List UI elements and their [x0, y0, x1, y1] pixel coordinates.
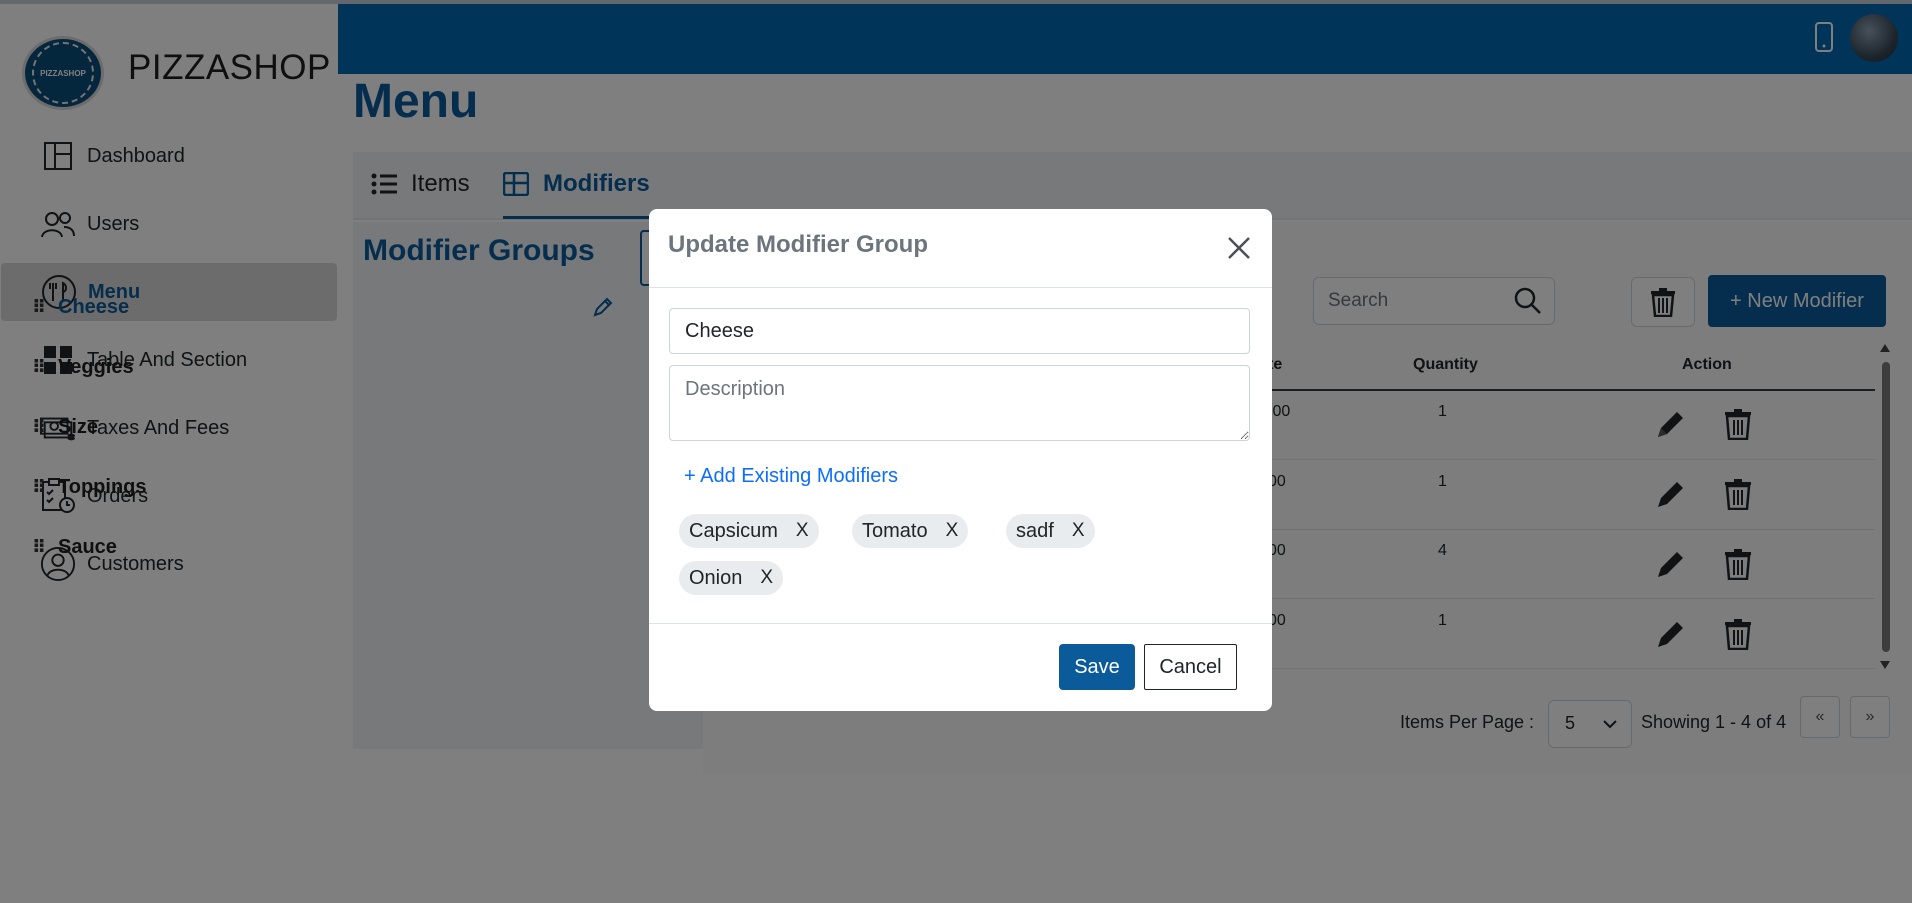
modifier-chip-tomato: Tomato X	[852, 514, 969, 548]
close-icon[interactable]	[1226, 235, 1252, 261]
remove-chip-button[interactable]: X	[1072, 520, 1085, 542]
remove-chip-button[interactable]: X	[946, 520, 959, 542]
remove-chip-button[interactable]: X	[760, 567, 773, 589]
add-existing-modifiers-link[interactable]: + Add Existing Modifiers	[684, 465, 898, 488]
modifier-chip-onion: Onion X	[679, 561, 784, 595]
group-name-input[interactable]	[669, 308, 1250, 354]
chip-label: sadf	[1016, 519, 1054, 542]
chip-label: Onion	[689, 566, 743, 589]
cancel-button[interactable]: Cancel	[1144, 644, 1237, 690]
modal-footer-divider	[649, 623, 1272, 624]
description-field[interactable]	[669, 365, 1250, 441]
chip-label: Capsicum	[689, 519, 778, 542]
save-button[interactable]: Save	[1059, 644, 1135, 690]
modifier-chip-capsicum: Capsicum X	[679, 514, 819, 548]
update-modifier-group-modal: Update Modifier Group + Add Existing Mod…	[649, 209, 1272, 711]
chip-label: Tomato	[862, 519, 928, 542]
remove-chip-button[interactable]: X	[796, 520, 809, 542]
modal-header-divider	[649, 287, 1272, 288]
modal-title: Update Modifier Group	[668, 231, 928, 258]
modifier-chip-sadf: sadf X	[1006, 514, 1095, 548]
